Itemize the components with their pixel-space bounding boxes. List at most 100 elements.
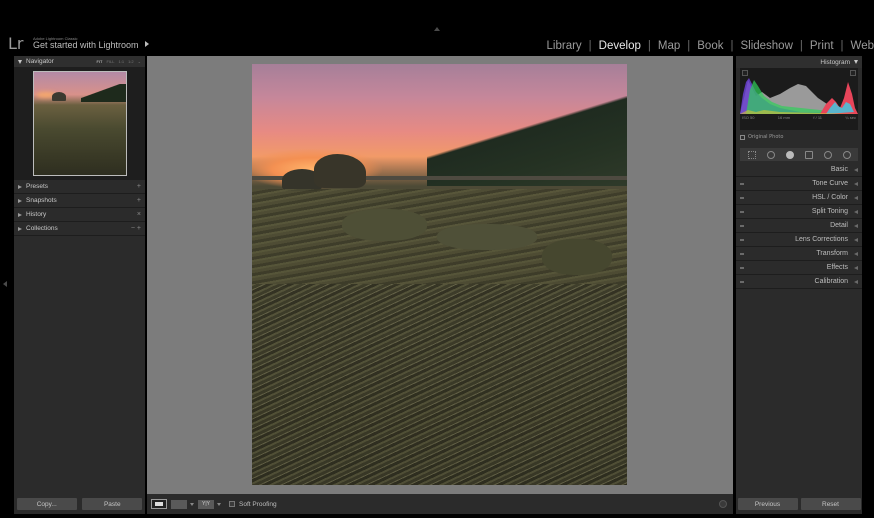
panel-switch-icon[interactable] [740,252,744,255]
module-library[interactable]: Library [540,40,589,52]
basic-label: Basic [830,166,848,173]
split-toning-panel-header[interactable]: Split Toning [736,205,862,219]
iso-value: ISO 50 [742,115,755,120]
shadow-clipping-icon[interactable] [742,70,748,76]
collapse-left-panel-icon[interactable] [3,281,7,287]
highlight-clipping-icon[interactable] [850,70,856,76]
snapshots-panel-header[interactable]: Snapshots + [14,194,145,208]
image-canvas[interactable] [147,56,733,494]
panel-switch-icon[interactable] [740,224,744,227]
calibration-label: Calibration [814,278,848,285]
red-eye-icon[interactable] [785,150,794,159]
graduated-filter-icon[interactable] [804,150,813,159]
navigator-header[interactable]: Navigator FIT FILL 1:1 1:2 ⌄ [14,56,145,67]
histogram-header[interactable]: Histogram [736,56,862,68]
panel-switch-icon[interactable] [740,266,744,269]
zoom-more[interactable]: ⌄ [138,59,141,64]
right-panel: Histogram ISO 50 16 mm f / 11 ¼ sec Orig… [736,56,862,494]
panel-switch-icon[interactable] [740,238,744,241]
zoom-options: FIT FILL 1:1 1:2 ⌄ [97,59,142,64]
module-develop[interactable]: Develop [592,40,648,52]
navigator-preview[interactable] [14,67,145,180]
zoom-1-2[interactable]: 1:2 [128,59,134,64]
radial-filter-icon[interactable] [823,150,832,159]
collections-panel-header[interactable]: Collections − + [14,222,145,236]
effects-label: Effects [826,264,848,271]
lightroom-logo: Lr [8,34,24,53]
before-after-dropdown-icon[interactable] [190,502,194,506]
soft-proofing-checkbox[interactable] [229,501,235,507]
histogram[interactable]: ISO 50 16 mm f / 11 ¼ sec [740,68,858,130]
lens-corrections-panel-header[interactable]: Lens Corrections [736,233,862,247]
swap-settings-button[interactable]: Y|Y [198,499,214,509]
collapse-top-panel-icon[interactable] [434,27,440,31]
original-photo-checkbox[interactable] [740,134,745,140]
crop-icon[interactable] [747,150,756,159]
left-panel-footer: Copy... Paste [14,494,145,514]
disclosure-left-icon [854,195,858,200]
collections-actions[interactable]: − + [131,225,141,232]
history-panel-header[interactable]: History × [14,208,145,222]
paste-settings-button[interactable]: Paste [82,498,143,510]
module-print[interactable]: Print [803,40,841,52]
snapshots-label: Snapshots [26,197,57,204]
basic-panel-header[interactable]: Basic [736,163,862,177]
identity-plate-text: Get started with Lightroom [33,40,139,50]
transform-panel-header[interactable]: Transform [736,247,862,261]
reset-button[interactable]: Reset [800,498,861,510]
swap-dropdown-icon[interactable] [217,502,221,506]
disclosure-right-icon [18,226,22,231]
effects-panel-header[interactable]: Effects [736,261,862,275]
focal-length-value: 16 mm [777,115,791,120]
disclosure-right-icon [18,184,22,189]
right-panel-footer: Previous Reset [736,494,862,514]
zoom-fill[interactable]: FILL [107,59,115,64]
module-slideshow[interactable]: Slideshow [733,40,799,52]
lens-corrections-label: Lens Corrections [795,236,848,243]
identity-plate[interactable]: Get started with Lightroom [33,40,149,50]
zoom-fit[interactable]: FIT [97,59,103,64]
shutter-value: ¼ sec [845,115,856,120]
adjustment-brush-icon[interactable] [842,150,851,159]
module-web[interactable]: Web [844,40,874,52]
toolbar: Y|Y Soft Proofing [147,494,733,514]
copy-settings-button[interactable]: Copy... [16,498,77,510]
collections-label: Collections [26,225,58,232]
main-photo[interactable] [252,64,627,485]
toolbar-options-icon[interactable] [719,500,727,508]
disclosure-left-icon [854,181,858,186]
disclosure-left-icon [854,209,858,214]
calibration-panel-header[interactable]: Calibration [736,275,862,289]
loupe-view-icon[interactable] [151,499,167,509]
split-toning-label: Split Toning [811,208,848,215]
module-book[interactable]: Book [690,40,730,52]
panel-switch-icon[interactable] [740,210,744,213]
navigator-label: Navigator [26,58,54,65]
navigator-thumbnail[interactable] [32,71,127,176]
detail-label: Detail [830,222,848,229]
histogram-graph [740,78,858,114]
disclosure-left-icon [854,167,858,172]
module-map[interactable]: Map [651,40,687,52]
detail-panel-header[interactable]: Detail [736,219,862,233]
spot-removal-icon[interactable] [766,150,775,159]
hsl-color-panel-header[interactable]: HSL / Color [736,191,862,205]
panel-switch-icon[interactable] [740,182,744,185]
add-snapshot-button[interactable]: + [137,197,141,204]
zoom-1-1[interactable]: 1:1 [119,59,125,64]
add-preset-button[interactable]: + [137,183,141,190]
tone-curve-panel-header[interactable]: Tone Curve [736,177,862,191]
clear-history-button[interactable]: × [137,211,141,218]
aperture-value: f / 11 [813,115,822,120]
previous-button[interactable]: Previous [737,498,798,510]
tool-strip [740,148,858,161]
before-after-icon[interactable] [171,499,187,509]
panel-switch-icon[interactable] [740,280,744,283]
original-photo-label: Original Photo [748,134,784,140]
panel-switch-icon[interactable] [740,196,744,199]
transform-label: Transform [816,250,848,257]
presets-panel-header[interactable]: Presets + [14,180,145,194]
disclosure-down-icon [18,59,22,64]
right-panel-edge [866,56,874,494]
original-photo-toggle[interactable]: Original Photo [740,132,858,142]
